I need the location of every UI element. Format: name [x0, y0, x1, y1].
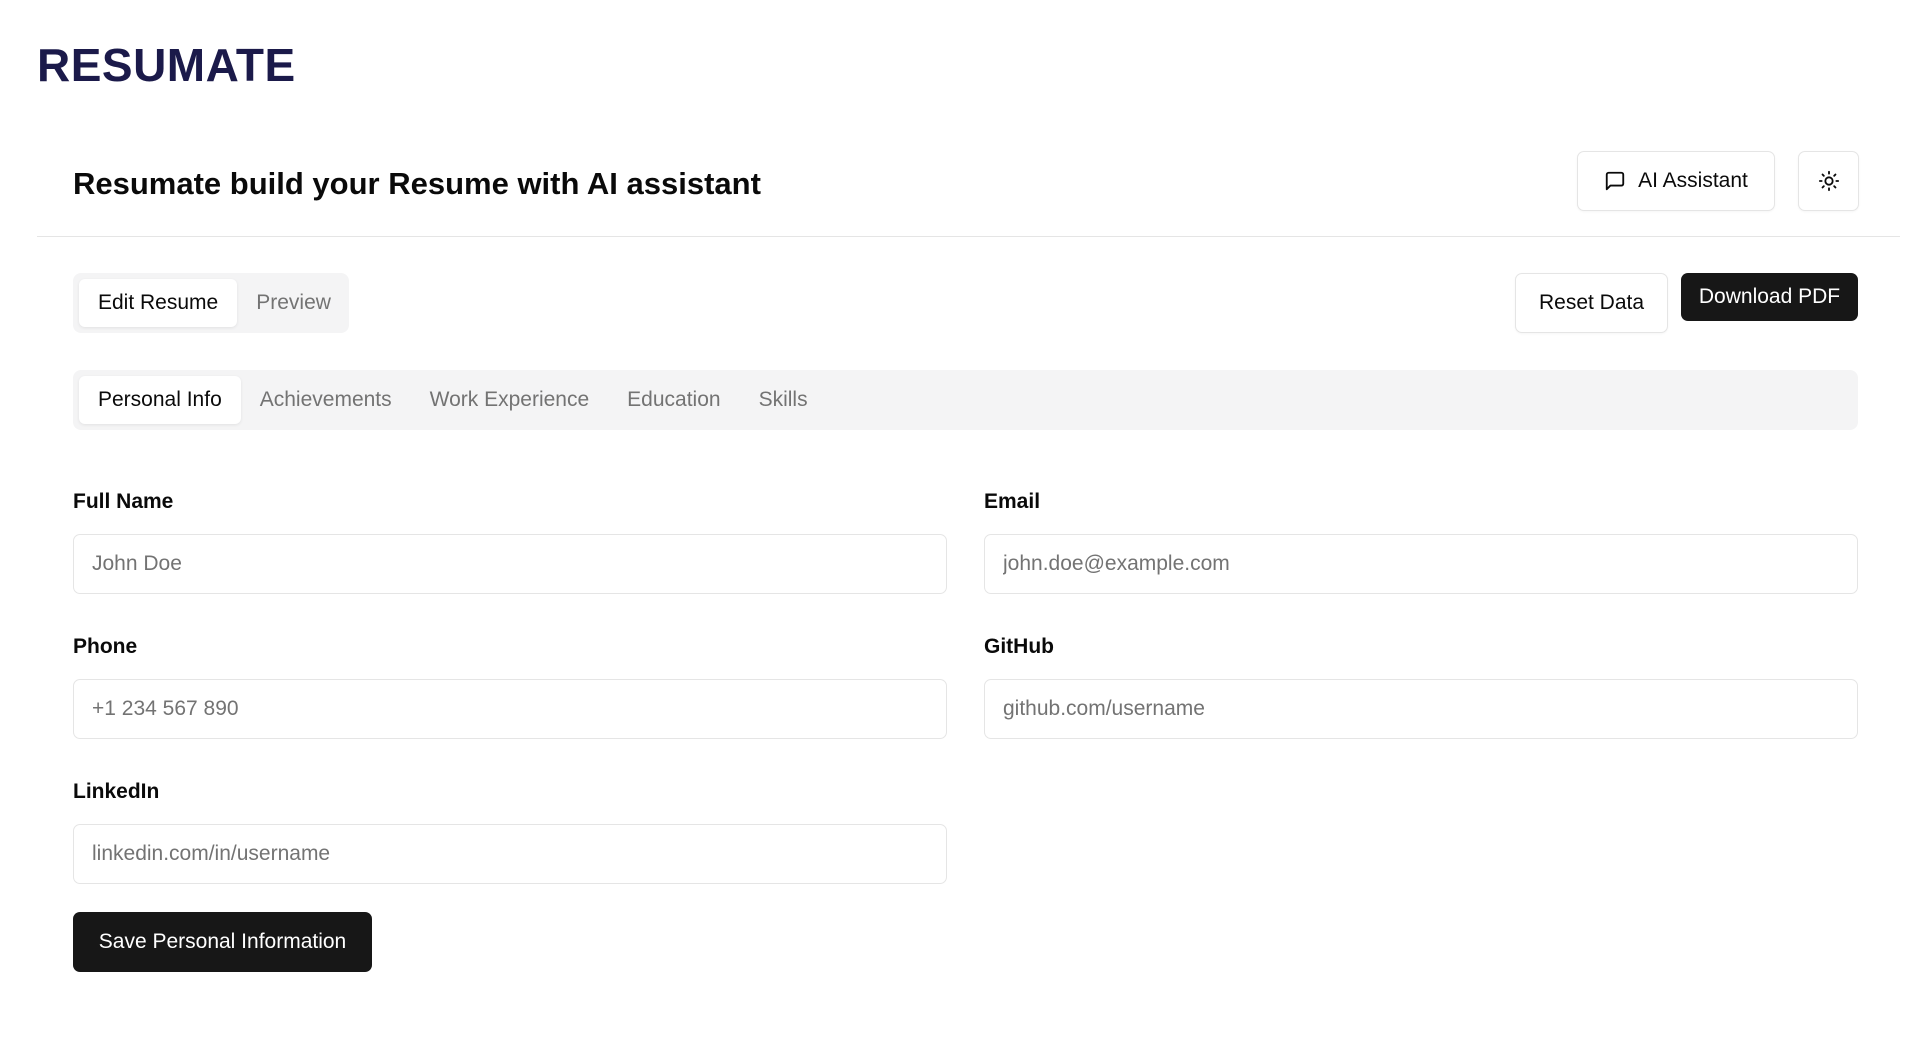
email-input[interactable]	[984, 534, 1858, 594]
tab-edit-resume[interactable]: Edit Resume	[79, 279, 238, 327]
linkedin-field: LinkedIn	[73, 778, 947, 884]
message-square-icon	[1604, 170, 1626, 192]
tab-achievements[interactable]: Achievements	[241, 376, 411, 424]
github-input[interactable]	[984, 679, 1858, 739]
phone-input[interactable]	[73, 679, 947, 739]
tab-preview[interactable]: Preview	[237, 279, 350, 327]
brand-logo: RESUMATE	[37, 39, 296, 91]
linkedin-input[interactable]	[73, 824, 947, 884]
page-header: Resumate build your Resume with AI assis…	[37, 150, 1900, 237]
phone-field: Phone	[73, 633, 947, 739]
save-personal-info-button[interactable]: Save Personal Information	[73, 912, 372, 972]
download-pdf-button[interactable]: Download PDF	[1681, 273, 1858, 321]
github-field: GitHub	[984, 633, 1858, 739]
section-tabs: Personal Info Achievements Work Experien…	[73, 370, 1858, 430]
sun-icon	[1818, 170, 1840, 192]
full-name-label: Full Name	[73, 490, 174, 513]
phone-label: Phone	[73, 635, 138, 658]
ai-assistant-label: AI Assistant	[1638, 169, 1748, 192]
theme-toggle-button[interactable]	[1798, 151, 1859, 211]
ai-assistant-button[interactable]: AI Assistant	[1577, 151, 1775, 211]
page-title: Resumate build your Resume with AI assis…	[73, 166, 761, 201]
full-name-field: Full Name	[73, 488, 947, 594]
full-name-input[interactable]	[73, 534, 947, 594]
tab-personal-info[interactable]: Personal Info	[79, 376, 241, 424]
linkedin-label: LinkedIn	[73, 780, 160, 803]
tab-work-experience[interactable]: Work Experience	[411, 376, 609, 424]
email-field: Email	[984, 488, 1858, 594]
github-label: GitHub	[984, 635, 1054, 658]
email-label: Email	[984, 490, 1041, 513]
tab-skills[interactable]: Skills	[740, 376, 827, 424]
reset-data-button[interactable]: Reset Data	[1515, 273, 1668, 333]
mode-tabs: Edit Resume Preview	[73, 273, 349, 333]
tab-education[interactable]: Education	[608, 376, 739, 424]
